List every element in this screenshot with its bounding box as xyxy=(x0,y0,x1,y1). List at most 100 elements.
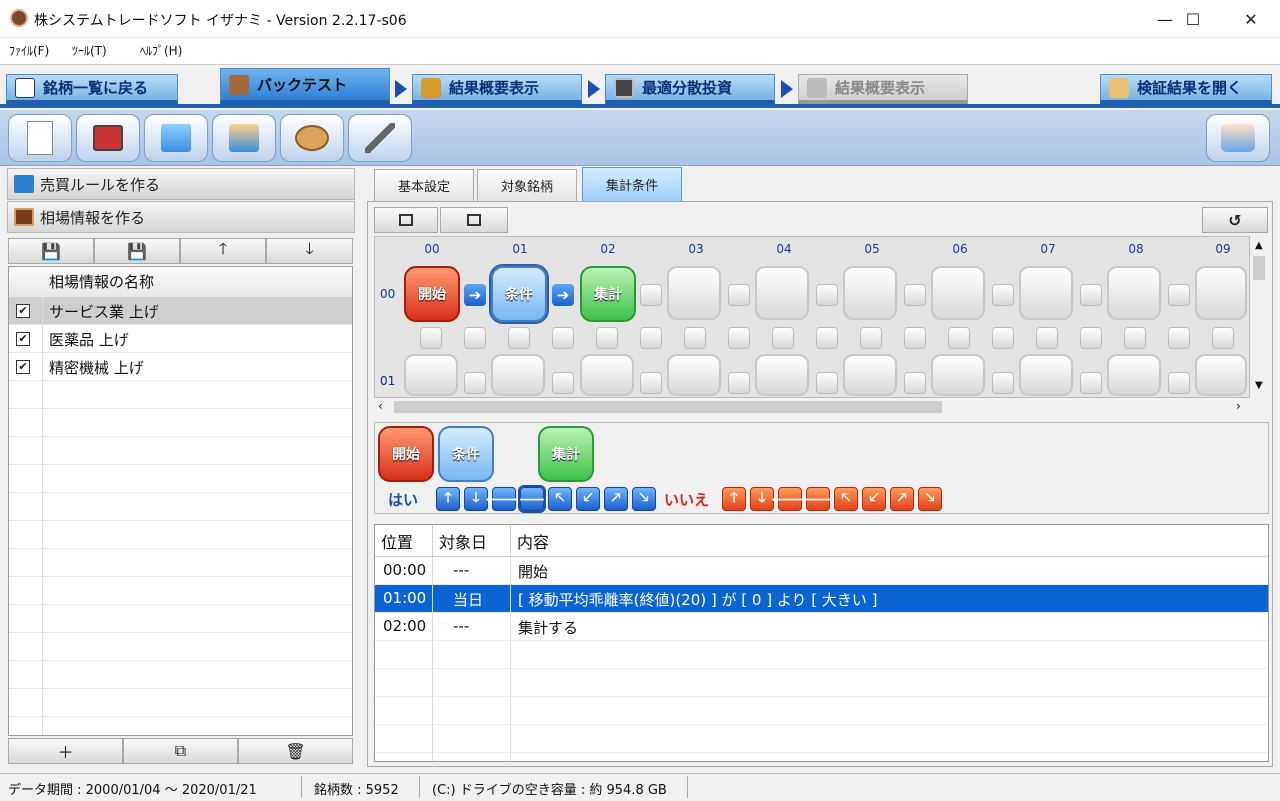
close-button[interactable]: ✕ xyxy=(1228,0,1274,38)
yes-arrow-right-icon[interactable]: 🡒 xyxy=(513,485,551,513)
checkbox[interactable]: ✔ xyxy=(16,304,30,318)
scroll-thumb[interactable] xyxy=(1253,256,1265,280)
list-item[interactable]: ✔ 精密機械 上げ xyxy=(9,353,352,381)
connector-slot[interactable] xyxy=(816,327,838,349)
table-row[interactable]: 01:00 当日 [ 移動平均乖離率(終値)(20) ] が [ 0 ] より … xyxy=(375,585,1268,613)
empty-cell[interactable] xyxy=(667,266,721,320)
empty-cell[interactable] xyxy=(931,266,985,320)
empty-cell[interactable] xyxy=(1107,266,1161,320)
tab-target-stocks[interactable]: 対象銘柄 xyxy=(477,169,577,201)
no-arrow-up-right-icon[interactable]: 🡕 xyxy=(890,487,914,511)
connector-slot[interactable] xyxy=(1080,327,1102,349)
add-button[interactable]: ＋ xyxy=(8,738,123,764)
yes-arrow-up-left-icon[interactable]: 🡔 xyxy=(548,487,572,511)
empty-cell[interactable] xyxy=(755,266,809,320)
connector-slot[interactable] xyxy=(684,327,706,349)
palette-start[interactable]: 開始 xyxy=(378,426,434,482)
tab-back-to-list[interactable]: 銘柄一覧に戻る xyxy=(6,74,178,104)
yes-arrow-down-right-icon[interactable]: 🡖 xyxy=(632,487,656,511)
connector-slot[interactable] xyxy=(1168,284,1190,306)
connector-slot[interactable] xyxy=(728,372,750,394)
empty-cell[interactable] xyxy=(1019,266,1073,320)
connector-slot[interactable] xyxy=(728,284,750,306)
connector-slot[interactable] xyxy=(992,372,1014,394)
menu-tools[interactable]: ﾂｰﾙ(T) xyxy=(72,42,107,59)
connector-slot[interactable] xyxy=(860,327,882,349)
column-header-content[interactable]: 内容 xyxy=(511,525,1268,557)
empty-cell[interactable] xyxy=(931,354,985,396)
yes-arrow-up-icon[interactable]: 🡑 xyxy=(436,487,460,511)
connector-slot[interactable] xyxy=(728,327,750,349)
connector-slot[interactable] xyxy=(464,327,486,349)
table-row[interactable]: 02:00 --- 集計する xyxy=(375,613,1268,641)
empty-cell[interactable] xyxy=(1019,354,1073,396)
connector-slot[interactable] xyxy=(1080,372,1102,394)
connector-slot[interactable] xyxy=(1168,327,1190,349)
tab-result-summary[interactable]: 結果概要表示 xyxy=(412,74,582,104)
tab-result-summary-2[interactable]: 結果概要表示 xyxy=(798,74,968,104)
node-aggregate[interactable]: 集計 xyxy=(580,266,636,322)
create-market-info-section[interactable]: 相場情報を作る xyxy=(7,201,355,233)
connector-slot[interactable] xyxy=(508,327,530,349)
empty-cell[interactable] xyxy=(667,354,721,396)
hand-button[interactable] xyxy=(1206,114,1270,162)
connector-slot[interactable] xyxy=(992,327,1014,349)
connector-slot[interactable] xyxy=(640,372,662,394)
no-arrow-down-left-icon[interactable]: 🡗 xyxy=(862,487,886,511)
connector-slot[interactable] xyxy=(948,327,970,349)
empty-cell[interactable] xyxy=(580,354,634,396)
empty-cell[interactable] xyxy=(843,354,897,396)
checkbox[interactable]: ✔ xyxy=(16,332,30,346)
scroll-up-icon[interactable]: ▲ xyxy=(1255,240,1263,251)
menu-help[interactable]: ﾍﾙﾌﾟ(H) xyxy=(140,42,182,59)
connector-slot[interactable] xyxy=(816,372,838,394)
horizontal-scrollbar[interactable]: ‹ › xyxy=(374,398,1250,416)
checkbox[interactable]: ✔ xyxy=(16,360,30,374)
tab-backtest[interactable]: バックテスト xyxy=(220,68,390,104)
empty-cell[interactable] xyxy=(491,354,545,396)
tab-optimal-diversification[interactable]: 最適分散投資 xyxy=(605,74,775,104)
scroll-thumb[interactable] xyxy=(394,401,942,413)
scroll-left-icon[interactable]: ‹ xyxy=(378,399,383,413)
save-as-button[interactable]: 💾 xyxy=(94,238,180,264)
connector-slot[interactable] xyxy=(1080,284,1102,306)
node-condition[interactable]: 条件 xyxy=(489,264,549,324)
list-item[interactable]: ✔ サービス業 上げ xyxy=(9,297,352,325)
connector-slot[interactable] xyxy=(904,284,926,306)
vertical-scrollbar[interactable]: ▲ ▼ xyxy=(1250,236,1268,398)
column-header-target-day[interactable]: 対象日 xyxy=(433,525,511,557)
empty-cell[interactable] xyxy=(1195,266,1247,320)
create-trading-rule-section[interactable]: 売買ルールを作る xyxy=(7,168,355,200)
new-document-button[interactable] xyxy=(8,114,72,162)
connector-slot[interactable] xyxy=(1124,327,1146,349)
save-button[interactable]: 💾 xyxy=(8,238,94,264)
delete-button[interactable]: 🗑 xyxy=(238,738,353,764)
connector-slot[interactable] xyxy=(1212,327,1234,349)
scroll-right-icon[interactable]: › xyxy=(1236,399,1241,413)
empty-cell[interactable] xyxy=(404,354,458,396)
no-arrow-right-icon[interactable]: 🡒 xyxy=(799,487,837,511)
undo-button[interactable]: ↺ xyxy=(1202,207,1268,233)
palette-button[interactable] xyxy=(280,114,344,162)
node-start[interactable]: 開始 xyxy=(404,266,460,322)
maximize-button[interactable]: ☐ xyxy=(1170,0,1216,38)
list-item[interactable]: ✔ 医薬品 上げ xyxy=(9,325,352,353)
copy-button[interactable]: ⧉ xyxy=(123,738,238,764)
export-button[interactable] xyxy=(76,114,140,162)
connector-slot[interactable] xyxy=(464,372,486,394)
palette-condition[interactable]: 条件 xyxy=(438,426,494,482)
connector-slot[interactable] xyxy=(552,372,574,394)
tab-open-results[interactable]: 検証結果を開く xyxy=(1100,74,1272,104)
connector-slot[interactable] xyxy=(904,372,926,394)
connector-slot[interactable] xyxy=(904,327,926,349)
scroll-down-icon[interactable]: ▼ xyxy=(1255,380,1263,391)
palette-aggregate[interactable]: 集計 xyxy=(538,426,594,482)
yes-arrow-up-right-icon[interactable]: 🡕 xyxy=(604,487,628,511)
yes-arrow-down-left-icon[interactable]: 🡗 xyxy=(576,487,600,511)
table-row[interactable]: 00:00 --- 開始 xyxy=(375,557,1268,585)
upload-button[interactable] xyxy=(144,114,208,162)
connector-slot[interactable] xyxy=(640,284,662,306)
empty-cell[interactable] xyxy=(755,354,809,396)
connector-slot[interactable] xyxy=(816,284,838,306)
no-arrow-up-left-icon[interactable]: 🡔 xyxy=(834,487,858,511)
